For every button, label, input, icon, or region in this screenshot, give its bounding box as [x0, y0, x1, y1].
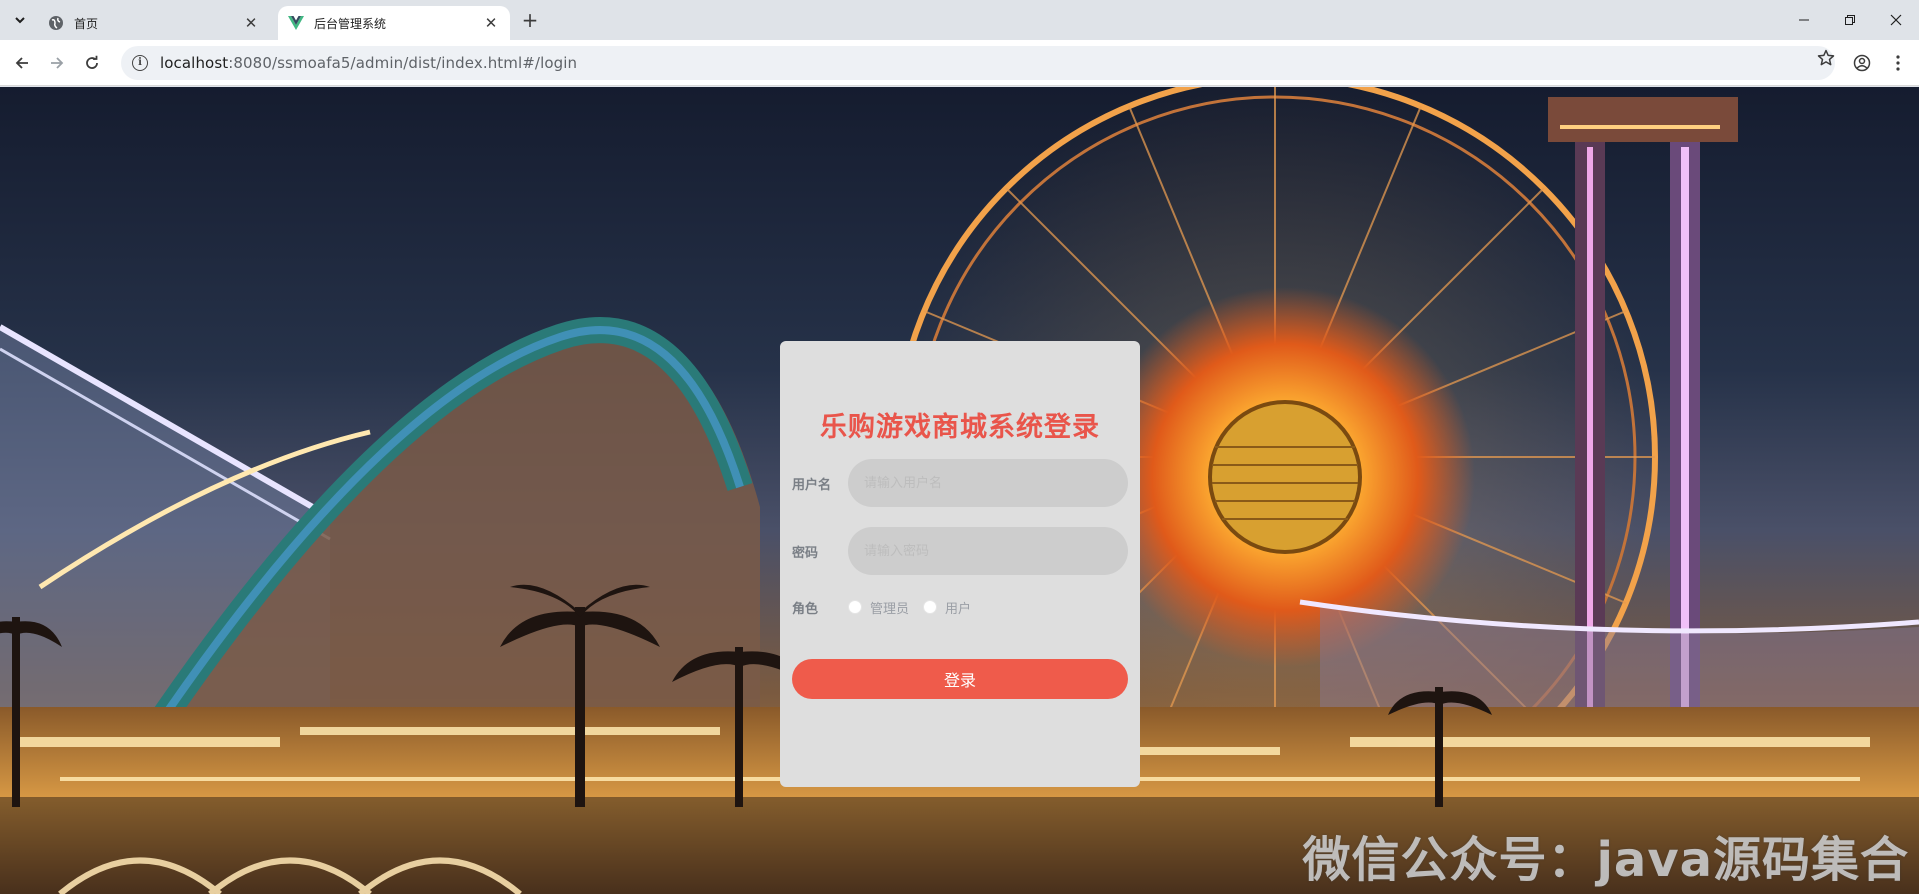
back-button[interactable] — [8, 49, 36, 77]
role-radio-admin[interactable]: 管理员 — [848, 598, 909, 617]
username-label: 用户名 — [792, 477, 832, 493]
menu-button[interactable] — [1884, 49, 1912, 77]
minimize-button[interactable] — [1781, 0, 1827, 40]
password-input[interactable] — [848, 527, 1128, 575]
more-vertical-icon — [1896, 55, 1900, 71]
close-tab-icon[interactable]: ✕ — [242, 14, 260, 32]
close-window-button[interactable] — [1873, 0, 1919, 40]
arrow-right-icon — [51, 57, 64, 69]
password-row: 密码 — [792, 527, 1128, 575]
url-text: localhost:8080/ssmoafa5/admin/dist/index… — [160, 54, 578, 72]
forward-button[interactable] — [43, 49, 71, 77]
login-form-card: 乐购游戏商城系统登录 用户名 密码 角色 管理员 用户 登录 — [780, 341, 1140, 787]
tab-title: 首页 — [74, 16, 99, 31]
browser-toolbar: i localhost:8080/ssmoafa5/admin/dist/ind… — [0, 40, 1919, 86]
role-label: 角色 — [792, 601, 819, 617]
tab-title: 后台管理系统 — [314, 16, 387, 31]
username-row: 用户名 — [792, 459, 1128, 507]
radio-circle-icon[interactable] — [848, 600, 862, 614]
profile-button[interactable] — [1848, 49, 1876, 77]
restore-button[interactable] — [1827, 0, 1873, 40]
role-radio-user[interactable]: 用户 — [923, 598, 971, 617]
username-input[interactable] — [848, 459, 1128, 507]
vue-logo-icon — [288, 16, 304, 30]
close-tab-icon[interactable]: ✕ — [482, 14, 500, 32]
close-icon — [1890, 14, 1902, 26]
role-option-label: 管理员 — [870, 601, 910, 617]
login-title: 乐购游戏商城系统登录 — [820, 412, 1100, 443]
watermark-text: 微信公众号：java源码集合 — [1302, 832, 1909, 888]
radio-circle-icon[interactable] — [923, 600, 938, 614]
password-label: 密码 — [792, 545, 819, 561]
account-icon — [1853, 54, 1871, 72]
tab-admin[interactable]: 后台管理系统 ✕ — [278, 6, 510, 40]
reload-button[interactable] — [78, 49, 106, 77]
reload-icon — [86, 55, 98, 69]
tab-home[interactable]: 首页 ✕ — [38, 6, 270, 40]
bookmark-star-icon[interactable] — [1817, 48, 1835, 72]
arrow-left-icon — [15, 57, 28, 69]
browser-tab-strip: 首页 ✕ 后台管理系统 ✕ + — [0, 0, 1919, 40]
role-option-label: 用户 — [945, 601, 972, 617]
minimize-icon — [1799, 19, 1809, 21]
site-info-icon[interactable]: i — [132, 55, 148, 71]
role-row: 角色 管理员 用户 — [792, 597, 1128, 617]
chevron-down-icon — [15, 17, 25, 24]
new-tab-button[interactable]: + — [518, 9, 542, 33]
address-bar[interactable]: i localhost:8080/ssmoafa5/admin/dist/ind… — [121, 46, 1835, 80]
tab-search-button[interactable] — [8, 8, 32, 32]
restore-icon — [1845, 15, 1855, 25]
login-button[interactable]: 登录 — [792, 659, 1128, 699]
globe-icon — [49, 16, 63, 30]
login-page: 乐购游戏商城系统登录 用户名 密码 角色 管理员 用户 登录 微信公众号：jav… — [0, 87, 1919, 894]
